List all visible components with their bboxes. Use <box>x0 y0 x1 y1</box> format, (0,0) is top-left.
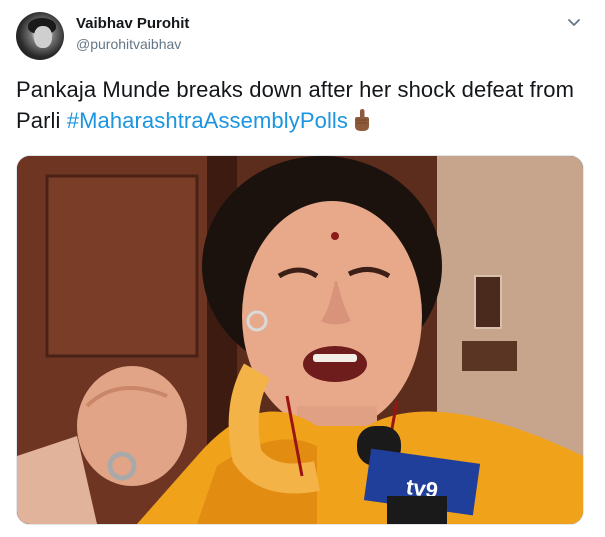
tweet-card: Vaibhav Purohit @purohitvaibhav Pankaja … <box>0 0 605 537</box>
tweet-text: Pankaja Munde breaks down after her shoc… <box>16 74 591 136</box>
chevron-down-icon[interactable] <box>566 14 582 30</box>
avatar-face <box>34 26 52 48</box>
hashtag-link[interactable]: #MaharashtraAssemblyPolls <box>67 108 348 133</box>
middle-finger-emoji-icon <box>355 109 370 131</box>
user-handle[interactable]: @purohitvaibhav <box>76 36 181 52</box>
avatar[interactable] <box>16 12 64 60</box>
tweet-media-photo[interactable]: tv9 <box>16 155 584 525</box>
display-name[interactable]: Vaibhav Purohit <box>76 15 189 32</box>
